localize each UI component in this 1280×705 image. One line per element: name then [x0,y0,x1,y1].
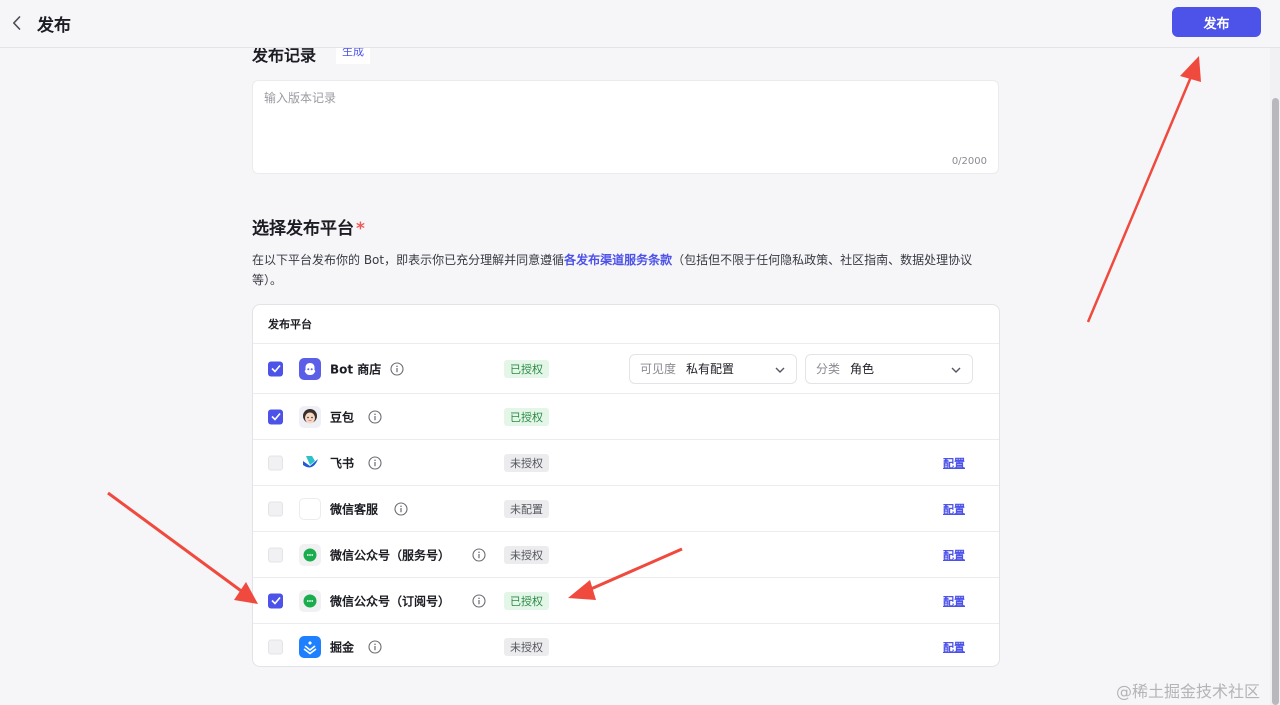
chevron-down-icon [951,367,961,373]
watermark: @稀土掘金技术社区 [1116,682,1261,701]
juejin-icon [299,636,321,658]
generate-button[interactable]: 生成 [336,48,370,64]
bot-store-icon [299,357,321,380]
platform-name: 飞书 [330,456,355,470]
platform-row-doubao: 豆包 已授权 [253,394,999,440]
page-title: 发布 [37,16,71,36]
arrow-to-publish [1086,56,1201,323]
info-icon[interactable] [368,640,382,654]
terms-link[interactable]: 各发布渠道服务条款 [564,253,672,267]
publish-button[interactable]: 发布 [1172,7,1261,37]
back-button[interactable] [8,14,24,32]
info-icon[interactable] [368,455,382,470]
config-link[interactable]: 配置 [943,639,965,655]
column-header: 发布平台 [253,305,999,344]
release-record-heading: 发布记录 [252,48,317,64]
config-link[interactable]: 配置 [943,547,965,563]
category-value: 角色 [850,362,875,376]
required-mark: * [356,219,365,239]
wechat-icon [299,543,321,566]
platform-name: Bot 商店 [330,362,382,376]
platform-table: 发布平台 Bot 商店 已授权 可见度 私有配置 分类 角色 豆包 已授权 飞书… [252,304,1000,667]
feishu-icon [299,451,321,474]
visibility-select[interactable]: 可见度 私有配置 [629,353,797,384]
platform-name: 微信公众号（服务号） [330,548,451,562]
scrollbar-thumb[interactable] [1272,98,1279,705]
info-icon[interactable] [394,501,408,516]
doubao-icon [299,405,321,428]
check-icon [270,596,281,605]
platform-name: 微信客服 [330,502,379,516]
chevron-down-icon [775,367,785,373]
status-badge: 已授权 [504,359,549,378]
desc-text: 在以下平台发布你的 Bot，即表示你已充分理解并同意遵循 [252,253,565,267]
status-badge: 已授权 [504,407,549,426]
platform-row-wechat-official-subscription: 微信公众号（订阅号） 已授权 配置 [253,578,999,624]
category-select[interactable]: 分类 角色 [805,353,973,384]
arrow-to-checkbox [107,491,258,604]
checkbox-wechat-official-service[interactable] [268,547,283,562]
status-badge: 未授权 [504,453,549,472]
wechat-service-icon [299,497,321,520]
checkbox-wechat-service[interactable] [268,501,283,516]
platform-name: 微信公众号（订阅号） [330,594,451,608]
visibility-label: 可见度 [640,362,677,376]
checkbox-juejin[interactable] [268,639,283,655]
check-icon [270,412,281,421]
info-icon[interactable] [368,409,382,424]
section-title-text: 选择发布平台 [252,219,354,239]
platform-name: 豆包 [330,410,355,424]
status-badge: 未授权 [504,638,549,656]
visibility-value: 私有配置 [686,362,735,376]
wechat-icon [299,589,321,612]
platform-row-wechat-service: 微信客服 未配置 配置 [253,486,999,532]
platform-row-wechat-official-service: 微信公众号（服务号） 未授权 配置 [253,532,999,578]
section-title: 选择发布平台 * [252,214,365,239]
status-badge: 未配置 [504,499,549,518]
config-link[interactable]: 配置 [943,593,965,609]
checkbox-wechat-official-subscription[interactable] [268,593,283,608]
info-icon[interactable] [390,361,404,376]
info-icon[interactable] [472,547,486,562]
status-badge: 未授权 [504,545,549,564]
checkbox-doubao[interactable] [268,409,283,424]
version-record-input[interactable] [253,81,998,151]
platform-row-feishu: 飞书 未授权 配置 [253,440,999,486]
config-link[interactable]: 配置 [943,501,965,517]
chevron-left-icon [12,16,20,30]
checkbox-feishu[interactable] [268,455,283,470]
platform-name: 掘金 [330,640,355,655]
status-badge: 已授权 [504,591,549,610]
platform-row-bot-store: Bot 商店 已授权 可见度 私有配置 分类 角色 [253,344,999,394]
platform-row-juejin: 掘金 未授权 配置 [253,624,999,666]
config-link[interactable]: 配置 [943,455,965,471]
top-bar: 发布 发布 [0,0,1280,48]
category-label: 分类 [816,362,841,376]
char-counter: 0/2000 [951,156,987,167]
version-record-field[interactable]: 0/2000 [252,80,999,174]
section-description: 在以下平台发布你的 Bot，即表示你已充分理解并同意遵循各发布渠道服务条款（包括… [252,250,1000,290]
checkbox-bot-store[interactable] [268,361,283,376]
check-icon [270,364,281,373]
info-icon[interactable] [472,593,486,608]
